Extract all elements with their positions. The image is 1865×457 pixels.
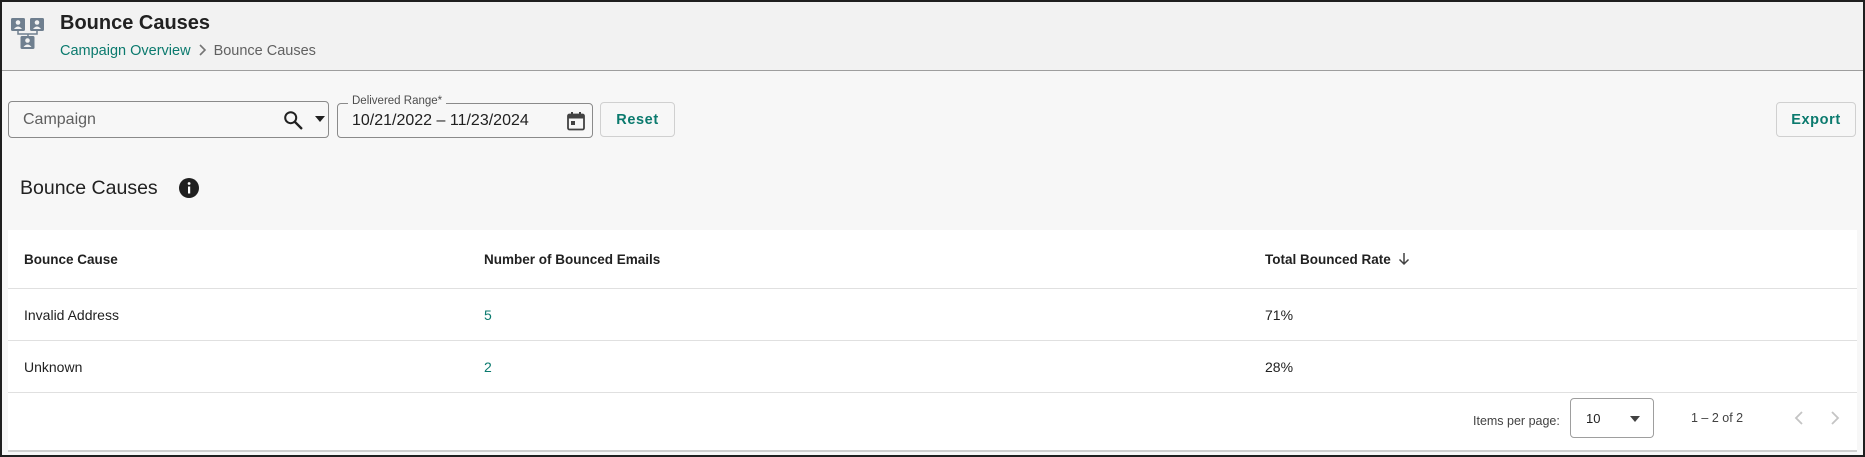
contacts-group-icon — [11, 18, 44, 49]
cell-bounced-emails-link[interactable]: 5 — [484, 289, 492, 340]
chevron-left-icon[interactable] — [1788, 407, 1810, 429]
chevron-right-icon — [198, 43, 207, 59]
chevron-right-icon[interactable] — [1824, 407, 1846, 429]
campaign-input[interactable] — [23, 102, 273, 137]
column-header-bounced-emails: Number of Bounced Emails — [484, 251, 661, 267]
items-per-page-value: 10 — [1586, 411, 1601, 426]
items-per-page-select[interactable]: 10 — [1570, 398, 1654, 438]
items-per-page-label: Items per page: — [1473, 414, 1560, 428]
sort-descending-icon[interactable] — [1397, 252, 1411, 266]
cell-bounce-cause: Invalid Address — [24, 306, 119, 323]
table-header-row: Bounce Cause Number of Bounced Emails To… — [8, 230, 1857, 289]
page-title: Bounce Causes — [60, 12, 211, 34]
page-range-label: 1 – 2 of 2 — [1691, 411, 1744, 425]
breadcrumb: Campaign Overview Bounce Causes — [60, 43, 316, 59]
cell-bounced-rate: 28% — [1265, 358, 1294, 375]
column-header-total-bounced-rate[interactable]: Total Bounced Rate — [1265, 230, 1411, 288]
delivered-range-label: Delivered Range* — [348, 95, 447, 107]
cell-bounce-cause: Unknown — [24, 358, 83, 375]
table-row: Unknown 2 28% — [8, 341, 1857, 393]
breadcrumb-link-campaign-overview[interactable]: Campaign Overview — [60, 43, 191, 59]
breadcrumb-current: Bounce Causes — [213, 43, 316, 59]
column-header-bounce-cause: Bounce Cause — [24, 251, 118, 267]
table-row: Invalid Address 5 71% — [8, 289, 1857, 341]
cell-bounced-emails-link[interactable]: 2 — [484, 341, 492, 392]
paginator: Items per page: 10 1 – 2 of 2 — [8, 393, 1857, 450]
dropdown-arrow-icon[interactable] — [315, 116, 325, 122]
delivered-range-field[interactable]: Delivered Range* 10/21/2022 – 11/23/2024 — [337, 95, 593, 138]
export-button[interactable]: Export — [1776, 102, 1856, 137]
delivered-range-value[interactable]: 10/21/2022 – 11/23/2024 — [352, 112, 529, 130]
app-frame: Bounce Causes Campaign Overview Bounce C… — [0, 0, 1865, 457]
section-title: Bounce Causes — [20, 177, 158, 199]
column-header-label: Total Bounced Rate — [1265, 251, 1391, 267]
dropdown-arrow-icon — [1630, 416, 1640, 422]
campaign-select[interactable] — [8, 101, 329, 138]
search-icon[interactable] — [282, 109, 304, 131]
info-icon[interactable] — [178, 177, 200, 199]
reset-button[interactable]: Reset — [600, 102, 675, 137]
calendar-icon[interactable] — [566, 111, 586, 131]
cell-bounced-rate: 71% — [1265, 306, 1294, 323]
page-header: Bounce Causes Campaign Overview Bounce C… — [2, 2, 1863, 71]
bounce-causes-table: Bounce Cause Number of Bounced Emails To… — [8, 230, 1857, 452]
